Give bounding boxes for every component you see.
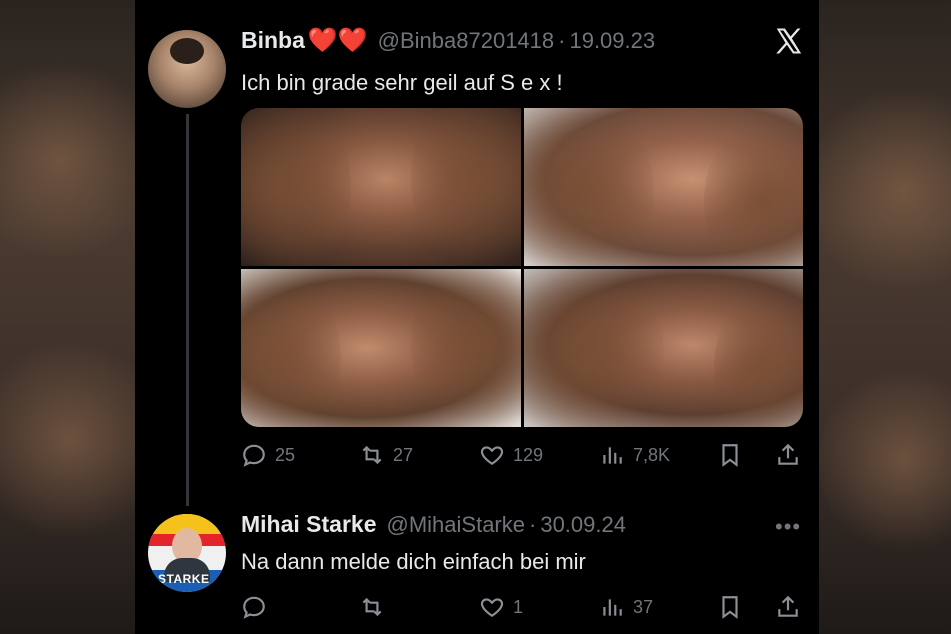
more-icon[interactable]: ••• <box>775 514 801 540</box>
user-handle[interactable]: @Binba87201418 <box>378 28 554 54</box>
views-icon <box>603 447 622 464</box>
reply-count: 25 <box>275 444 296 465</box>
views-button[interactable]: 37 <box>599 594 653 620</box>
reply-icon <box>243 444 265 467</box>
like-count: 129 <box>513 444 544 465</box>
views-icon <box>603 599 622 616</box>
thread-connector-line <box>186 114 189 506</box>
photo-1[interactable] <box>241 108 521 266</box>
retweet-icon <box>362 445 382 465</box>
blurred-background-left <box>0 0 160 634</box>
tweet-2-header: Mihai Starke @MihaiStarke · 30.09.24 <box>241 511 626 538</box>
tweet-1-media-grid[interactable] <box>241 108 803 427</box>
reply-icon <box>243 596 265 619</box>
views-button[interactable]: 7,8K <box>599 442 670 468</box>
avatar-mihai-starke[interactable]: STARKE <box>148 514 226 592</box>
bookmark-icon <box>722 596 738 619</box>
tweet-1-header: Binba ❤️❤️ @Binba87201418 · 19.09.23 <box>241 26 655 55</box>
bookmark-icon <box>722 444 738 467</box>
like-count: 1 <box>513 596 524 617</box>
like-button[interactable]: 1 <box>479 594 523 620</box>
share-icon <box>778 595 798 617</box>
photo-3[interactable] <box>241 269 521 427</box>
like-button[interactable]: 129 <box>479 442 543 468</box>
separator-dot: · <box>529 511 537 537</box>
share-icon <box>778 443 798 465</box>
retweet-count: 27 <box>393 444 414 465</box>
retweet-button[interactable] <box>359 594 393 620</box>
tweet-2-actions: 1 37 <box>241 594 803 624</box>
tweet-date[interactable]: 19.09.23 <box>569 28 655 54</box>
share-button[interactable] <box>775 594 801 620</box>
display-name[interactable]: Mihai Starke <box>241 511 377 538</box>
bookmark-button[interactable] <box>717 594 743 620</box>
blurred-background-right <box>809 0 951 634</box>
tweet-1-text: Ich bin grade sehr geil auf S e x ! <box>241 70 563 95</box>
avatar-binba[interactable] <box>148 30 226 108</box>
retweet-button[interactable]: 27 <box>359 442 413 468</box>
user-handle[interactable]: @MihaiStarke <box>387 512 526 538</box>
reply-button[interactable] <box>241 594 275 620</box>
x-logo-icon[interactable] <box>773 26 803 56</box>
like-icon <box>480 598 504 617</box>
separator-dot: · <box>558 27 566 53</box>
heart-emoji-icon: ❤️❤️ <box>307 27 368 54</box>
avatar-label: STARKE <box>158 572 210 586</box>
retweet-icon <box>362 597 382 617</box>
tweet-thread-panel: Binba ❤️❤️ @Binba87201418 · 19.09.23 Ich… <box>135 0 819 634</box>
like-icon <box>480 446 504 465</box>
views-count: 7,8K <box>633 444 671 465</box>
views-count: 37 <box>633 596 654 617</box>
tweet-2-text: Na dann melde dich einfach bei mir <box>241 549 586 574</box>
photo-4[interactable] <box>524 269 803 427</box>
tweet-1-actions: 25 27 129 7,8K <box>241 442 803 472</box>
reply-button[interactable]: 25 <box>241 442 295 468</box>
display-name[interactable]: Binba <box>241 27 305 54</box>
share-button[interactable] <box>775 442 801 468</box>
photo-2[interactable] <box>524 108 803 266</box>
bookmark-button[interactable] <box>717 442 743 468</box>
tweet-date[interactable]: 30.09.24 <box>540 512 626 538</box>
